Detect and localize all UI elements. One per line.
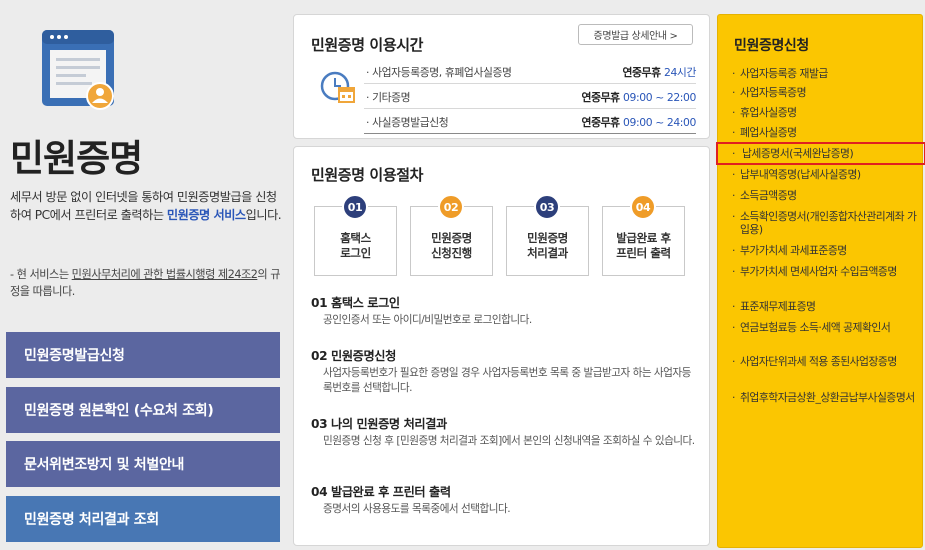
section-text-login: 공인인증서 또는 아이디/비밀번호로 로그인합니다. [323, 314, 532, 326]
apply-item[interactable]: 소득확인증명서(개인종합자산관리계좌 가입용) [732, 210, 918, 236]
usage-hours-card: 민원증명 이용시간 증명발급 상세안내 > · 사업자등록증명, 휴폐업사실증명… [293, 14, 710, 139]
section-heading-login: 01 홈택스 로그인 [311, 296, 400, 310]
note-prefix: - 현 서비스는 [10, 268, 72, 281]
apply-panel-title: 민원증명신청 [734, 38, 809, 54]
service-description: 세무서 방문 없이 인터넷을 통하여 민원증명발급을 신청하여 PC에서 프린터… [10, 188, 285, 224]
apply-item[interactable]: 부가가치세 과세표준증명 [732, 244, 918, 257]
procedure-title: 민원증명 이용절차 [311, 166, 424, 184]
hours-name: · 기타증명 [366, 91, 411, 104]
clock-calendar-icon [320, 71, 355, 103]
apply-item[interactable]: 연금보험료등 소득·세액 공제확인서 [732, 321, 918, 334]
apply-item[interactable]: 휴업사실증명 [732, 106, 918, 119]
step-result: 03 민원증명 처리결과 [506, 194, 589, 276]
apply-item[interactable]: 표준재무제표증명 [732, 300, 918, 313]
apply-item[interactable]: 소득금액증명 [732, 189, 918, 202]
description-text-end: 입니다. [245, 208, 282, 222]
apply-item[interactable]: 사업자등록증명 [732, 86, 918, 99]
document-user-icon [42, 30, 114, 110]
step-apply: 02 민원증명 신청진행 [410, 194, 493, 276]
result-lookup-button[interactable]: 민원증명 처리결과 조회 [6, 496, 280, 542]
certificate-apply-button[interactable]: 민원증명발급신청 [6, 332, 280, 378]
step-number: 04 [630, 194, 656, 220]
description-highlight: 민원증명 서비스 [166, 208, 246, 222]
law-reference-link[interactable]: 민원사무처리에 관한 법률시행령 제24조2 [72, 268, 258, 281]
apply-item[interactable]: 폐업사실증명 [732, 126, 918, 139]
hours-name: · 사실증명발급신청 [366, 116, 449, 129]
hours-row-fact: · 사실증명발급신청 연중무휴 09:00 ~ 24:00 [364, 111, 696, 134]
left-panel: 민원증명 세무서 방문 없이 인터넷을 통하여 민원증명발급을 신청하여 PC에… [0, 0, 290, 550]
hours-row-business: · 사업자등록증명, 휴폐업사실증명 연중무휴 24시간 [364, 61, 696, 84]
page-title: 민원증명 [10, 137, 143, 180]
step-number: 01 [342, 194, 368, 220]
certificate-apply-panel: 민원증명신청 사업자등록증 재발급 사업자등록증명 휴업사실증명 폐업사실증명 … [716, 14, 925, 548]
step-print: 04 발급완료 후 프린터 출력 [602, 194, 685, 276]
section-heading-result: 03 나의 민원증명 처리결과 [311, 417, 447, 431]
apply-item-selected[interactable]: 납세증명서(국세완납증명) [716, 142, 925, 165]
step-number: 02 [438, 194, 464, 220]
hours-time: 연중무휴 09:00 ~ 24:00 [581, 116, 697, 129]
apply-item[interactable]: 부가가치세 면세사업자 수입금액증명 [732, 265, 918, 278]
legal-note: - 현 서비스는 민원사무처리에 관한 법률시행령 제24조2의 규정을 따릅니… [10, 266, 285, 300]
original-verify-button[interactable]: 민원증명 원본확인 (수요처 조회) [6, 387, 280, 433]
step-login: 01 홈택스 로그인 [314, 194, 397, 276]
usage-hours-title: 민원증명 이용시간 [311, 36, 424, 54]
section-text-result: 민원증명 신청 후 [민원증명 처리결과 조회]에서 본인의 신청내역을 조회하… [323, 435, 695, 447]
step-number: 03 [534, 194, 560, 220]
apply-item[interactable]: 취업후학자금상환_상환금납부사실증명서 [732, 391, 918, 404]
apply-item[interactable]: 납부내역증명(납세사실증명) [732, 168, 918, 181]
hours-time: 연중무휴 09:00 ~ 22:00 [581, 91, 697, 104]
apply-item[interactable]: 사업자등록증 재발급 [732, 67, 918, 80]
section-heading-apply: 02 민원증명신청 [311, 349, 396, 363]
hours-time: 연중무휴 24시간 [622, 66, 696, 79]
detail-guide-button[interactable]: 증명발급 상세안내 > [578, 24, 693, 45]
section-text-print: 증명서의 사용용도를 목록중에서 선택합니다. [323, 503, 511, 515]
section-text-apply: 사업자등록번호가 필요한 증명일 경우 사업자등록번호 목록 중 발급받고자 하… [323, 367, 691, 394]
hours-name: · 사업자등록증명, 휴폐업사실증명 [366, 66, 512, 79]
forgery-prevention-button[interactable]: 문서위변조방지 및 처벌안내 [6, 441, 280, 487]
procedure-card: 민원증명 이용절차 01 홈택스 로그인 02 민원증명 신청진행 03 민원증명 처… [293, 146, 710, 546]
section-heading-print: 04 발급완료 후 프린터 출력 [311, 485, 451, 499]
apply-item[interactable]: 사업자단위과세 적용 종된사업장증명 [732, 355, 918, 368]
hours-row-other: · 기타증명 연중무휴 09:00 ~ 22:00 [364, 86, 696, 109]
